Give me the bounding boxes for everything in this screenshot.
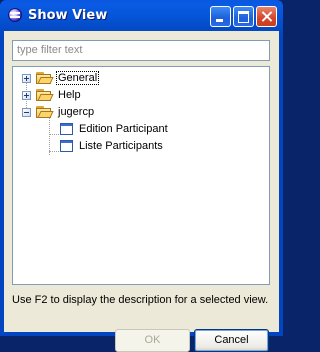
expand-icon[interactable]: [22, 91, 31, 100]
view-icon: [60, 123, 73, 135]
folder-icon: [36, 71, 54, 84]
tree-item-label: Edition Participant: [79, 123, 168, 135]
folder-icon: [36, 105, 54, 118]
tree-item-general[interactable]: General: [13, 70, 263, 87]
close-button[interactable]: [256, 6, 277, 27]
view-icon: [60, 140, 73, 152]
show-view-dialog: Show View type filter text General Help …: [0, 0, 283, 352]
tree-item-label: Liste Participants: [79, 140, 163, 152]
tree-item-label: Help: [58, 89, 81, 101]
collapse-icon[interactable]: [22, 108, 31, 117]
tree-item-liste-participants[interactable]: Liste Participants: [13, 138, 263, 155]
ok-button[interactable]: OK: [115, 329, 190, 352]
eclipse-icon: [8, 8, 22, 22]
view-tree[interactable]: General Help jugercp Edition Participant…: [12, 66, 270, 285]
tree-item-label: General: [55, 71, 100, 85]
tree-item-help[interactable]: Help: [13, 87, 263, 104]
title-bar[interactable]: Show View: [4, 0, 279, 31]
window-title: Show View: [28, 8, 108, 23]
description-text: Use F2 to display the description for a …: [12, 294, 269, 306]
minimize-button[interactable]: [210, 6, 231, 27]
tree-item-label: jugercp: [58, 106, 95, 118]
maximize-button[interactable]: [233, 6, 254, 27]
expand-icon[interactable]: [22, 74, 31, 83]
tree-item-jugercp[interactable]: jugercp: [13, 104, 263, 121]
folder-icon: [36, 88, 54, 101]
dialog-body: type filter text General Help jugercp Ed…: [4, 31, 279, 352]
tree-item-edition-participant[interactable]: Edition Participant: [13, 121, 263, 138]
filter-input[interactable]: type filter text: [12, 40, 270, 61]
cancel-button[interactable]: Cancel: [194, 329, 269, 352]
